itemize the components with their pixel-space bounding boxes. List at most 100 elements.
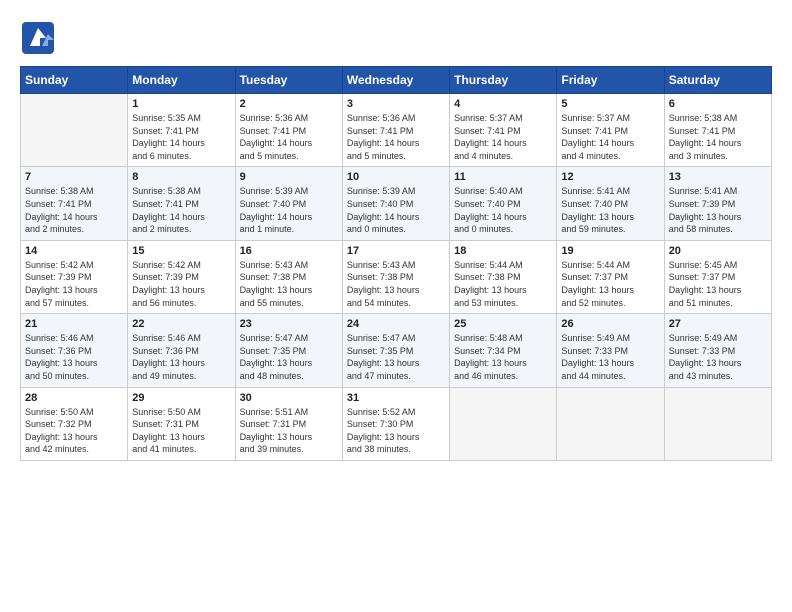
day-info: Sunrise: 5:45 AM Sunset: 7:37 PM Dayligh… [669,259,767,309]
day-info: Sunrise: 5:43 AM Sunset: 7:38 PM Dayligh… [240,259,338,309]
day-number: 9 [240,171,338,183]
day-info: Sunrise: 5:46 AM Sunset: 7:36 PM Dayligh… [132,332,230,382]
calendar-cell: 23 Sunrise: 5:47 AM Sunset: 7:35 PM Dayli… [235,314,342,387]
calendar-cell: 6 Sunrise: 5:38 AM Sunset: 7:41 PM Daylig… [664,94,771,167]
day-number: 12 [561,171,659,183]
day-number: 19 [561,245,659,257]
day-info: Sunrise: 5:37 AM Sunset: 7:41 PM Dayligh… [454,112,552,162]
day-number: 6 [669,98,767,110]
day-number: 18 [454,245,552,257]
calendar-cell: 29Sunrise: 5:50 AM Sunset: 7:31 PM Dayli… [128,387,235,460]
weekday-header: Thursday [450,67,557,94]
calendar-cell: 24 Sunrise: 5:47 AM Sunset: 7:35 PM Dayli… [342,314,449,387]
day-number: 13 [669,171,767,183]
day-info: Sunrise: 5:38 AM Sunset: 7:41 PM Dayligh… [669,112,767,162]
day-number: 4 [454,98,552,110]
day-info: Sunrise: 5:44 AM Sunset: 7:38 PM Dayligh… [454,259,552,309]
calendar-cell: 2Sunrise: 5:36 AM Sunset: 7:41 PM Daylig… [235,94,342,167]
calendar-cell: 9 Sunrise: 5:39 AM Sunset: 7:40 PM Daylig… [235,167,342,240]
day-info: Sunrise: 5:40 AM Sunset: 7:40 PM Dayligh… [454,185,552,235]
day-info: Sunrise: 5:38 AM Sunset: 7:41 PM Dayligh… [132,185,230,235]
calendar-week-row: 1 Sunrise: 5:35 AM Sunset: 7:41 PM Daylig… [21,94,772,167]
weekday-header: Wednesday [342,67,449,94]
calendar-cell: 12 Sunrise: 5:41 AM Sunset: 7:40 PM Dayli… [557,167,664,240]
day-info: Sunrise: 5:46 AM Sunset: 7:36 PM Dayligh… [25,332,123,382]
day-number: 27 [669,318,767,330]
calendar-cell [21,94,128,167]
day-info: Sunrise: 5:44 AM Sunset: 7:37 PM Dayligh… [561,259,659,309]
day-info: Sunrise: 5:49 AM Sunset: 7:33 PM Dayligh… [669,332,767,382]
day-info: Sunrise: 5:36 AM Sunset: 7:41 PM Dayligh… [347,112,445,162]
day-number: 10 [347,171,445,183]
calendar-cell: 14 Sunrise: 5:42 AM Sunset: 7:39 PM Dayli… [21,240,128,313]
calendar-cell: 26 Sunrise: 5:49 AM Sunset: 7:33 PM Dayli… [557,314,664,387]
calendar-cell [557,387,664,460]
day-info: Sunrise: 5:39 AM Sunset: 7:40 PM Dayligh… [347,185,445,235]
calendar-cell: 10 Sunrise: 5:39 AM Sunset: 7:40 PM Dayli… [342,167,449,240]
day-number: 3 [347,98,445,110]
day-number: 7 [25,171,123,183]
day-number: 31 [347,392,445,404]
calendar-cell: 1 Sunrise: 5:35 AM Sunset: 7:41 PM Daylig… [128,94,235,167]
calendar-cell: 21 Sunrise: 5:46 AM Sunset: 7:36 PM Dayli… [21,314,128,387]
calendar-cell: 4 Sunrise: 5:37 AM Sunset: 7:41 PM Daylig… [450,94,557,167]
page-header [20,20,772,56]
calendar-week-row: 21 Sunrise: 5:46 AM Sunset: 7:36 PM Dayli… [21,314,772,387]
day-number: 30 [240,392,338,404]
weekday-header: Friday [557,67,664,94]
calendar-cell: 22 Sunrise: 5:46 AM Sunset: 7:36 PM Dayli… [128,314,235,387]
day-info: Sunrise: 5:47 AM Sunset: 7:35 PM Dayligh… [240,332,338,382]
weekday-header: Tuesday [235,67,342,94]
day-number: 11 [454,171,552,183]
calendar-cell: 19 Sunrise: 5:44 AM Sunset: 7:37 PM Dayli… [557,240,664,313]
weekday-header: Monday [128,67,235,94]
logo-icon [20,20,56,56]
day-info: Sunrise: 5:50 AM Sunset: 7:32 PM Dayligh… [25,406,123,456]
day-info: Sunrise: 5:41 AM Sunset: 7:40 PM Dayligh… [561,185,659,235]
day-number: 15 [132,245,230,257]
day-number: 17 [347,245,445,257]
logo [20,20,60,56]
weekday-header: Saturday [664,67,771,94]
day-number: 8 [132,171,230,183]
day-number: 25 [454,318,552,330]
day-info: Sunrise: 5:50 AM Sunset: 7:31 PM Dayligh… [132,406,230,456]
day-info: Sunrise: 5:43 AM Sunset: 7:38 PM Dayligh… [347,259,445,309]
weekday-header: Sunday [21,67,128,94]
day-number: 14 [25,245,123,257]
day-info: Sunrise: 5:38 AM Sunset: 7:41 PM Dayligh… [25,185,123,235]
day-number: 28 [25,392,123,404]
day-number: 23 [240,318,338,330]
day-info: Sunrise: 5:47 AM Sunset: 7:35 PM Dayligh… [347,332,445,382]
calendar-cell: 13 Sunrise: 5:41 AM Sunset: 7:39 PM Dayli… [664,167,771,240]
calendar-cell: 20 Sunrise: 5:45 AM Sunset: 7:37 PM Dayli… [664,240,771,313]
calendar-week-row: 7 Sunrise: 5:38 AM Sunset: 7:41 PM Daylig… [21,167,772,240]
day-number: 20 [669,245,767,257]
calendar-cell: 15 Sunrise: 5:42 AM Sunset: 7:39 PM Dayli… [128,240,235,313]
day-info: Sunrise: 5:42 AM Sunset: 7:39 PM Dayligh… [25,259,123,309]
day-number: 16 [240,245,338,257]
day-info: Sunrise: 5:39 AM Sunset: 7:40 PM Dayligh… [240,185,338,235]
day-info: Sunrise: 5:52 AM Sunset: 7:30 PM Dayligh… [347,406,445,456]
calendar-cell: 16 Sunrise: 5:43 AM Sunset: 7:38 PM Dayli… [235,240,342,313]
day-number: 26 [561,318,659,330]
calendar-cell: 3 Sunrise: 5:36 AM Sunset: 7:41 PM Daylig… [342,94,449,167]
day-number: 1 [132,98,230,110]
calendar-cell: 7 Sunrise: 5:38 AM Sunset: 7:41 PM Daylig… [21,167,128,240]
day-info: Sunrise: 5:37 AM Sunset: 7:41 PM Dayligh… [561,112,659,162]
day-number: 22 [132,318,230,330]
day-info: Sunrise: 5:41 AM Sunset: 7:39 PM Dayligh… [669,185,767,235]
calendar-cell: 5Sunrise: 5:37 AM Sunset: 7:41 PM Daylig… [557,94,664,167]
calendar-cell: 18 Sunrise: 5:44 AM Sunset: 7:38 PM Dayli… [450,240,557,313]
day-info: Sunrise: 5:42 AM Sunset: 7:39 PM Dayligh… [132,259,230,309]
day-number: 24 [347,318,445,330]
calendar-cell: 31 Sunrise: 5:52 AM Sunset: 7:30 PM Dayli… [342,387,449,460]
calendar-cell: 28 Sunrise: 5:50 AM Sunset: 7:32 PM Dayli… [21,387,128,460]
calendar-cell: 8 Sunrise: 5:38 AM Sunset: 7:41 PM Daylig… [128,167,235,240]
day-number: 2 [240,98,338,110]
day-number: 21 [25,318,123,330]
calendar-cell: 25Sunrise: 5:48 AM Sunset: 7:34 PM Dayli… [450,314,557,387]
day-info: Sunrise: 5:49 AM Sunset: 7:33 PM Dayligh… [561,332,659,382]
day-info: Sunrise: 5:35 AM Sunset: 7:41 PM Dayligh… [132,112,230,162]
calendar-cell [664,387,771,460]
